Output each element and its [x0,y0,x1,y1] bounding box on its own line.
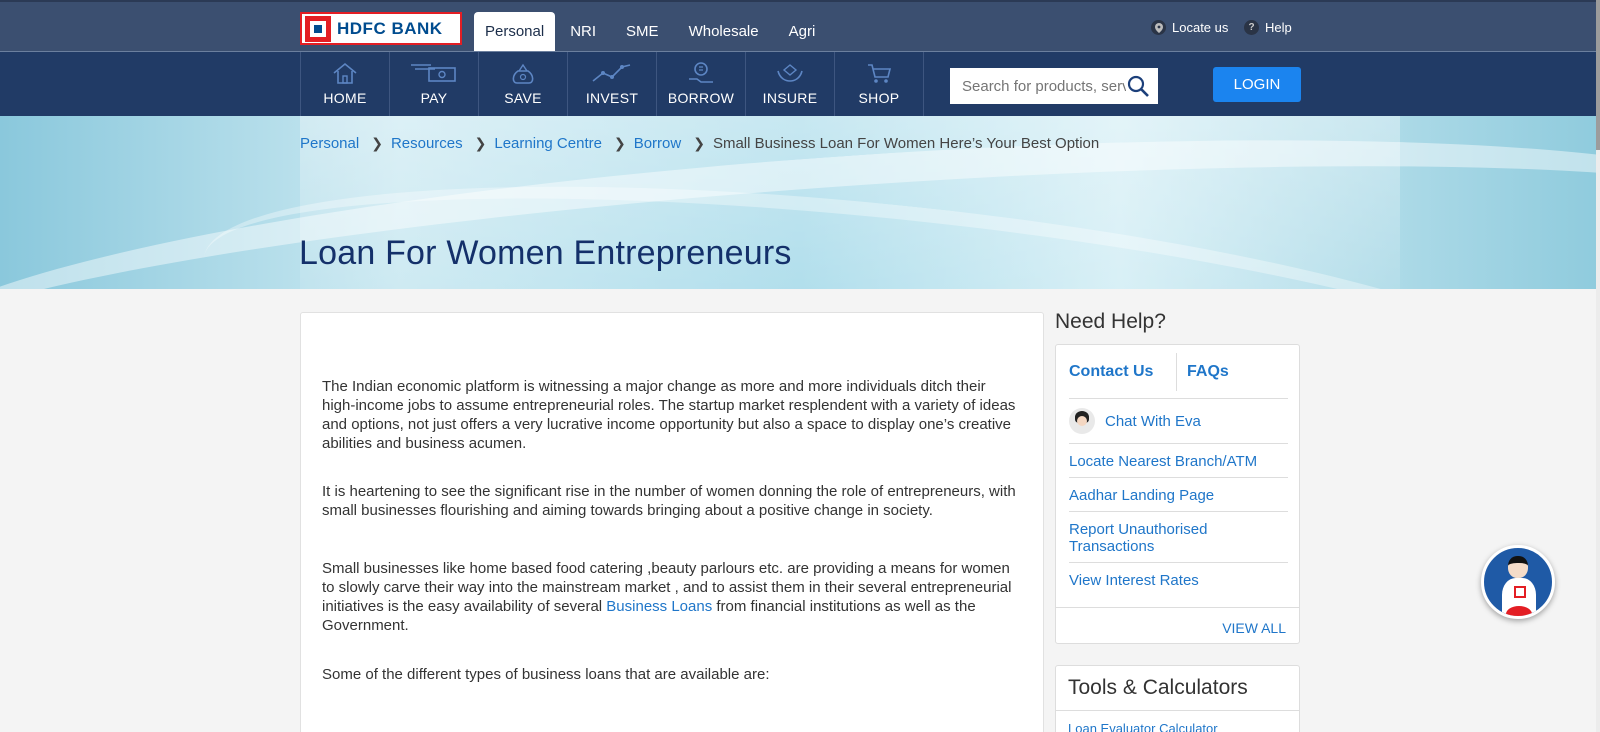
aadhar-landing-link[interactable]: Aadhar Landing Page [1069,478,1288,512]
help-question-icon: ? [1244,20,1259,35]
locate-us-link[interactable]: Locate us [1151,20,1228,35]
login-button[interactable]: LOGIN [1213,67,1301,102]
chat-with-eva-label: Chat With Eva [1105,412,1201,430]
breadcrumb: Personal ❯ Resources ❯ Learning Centre ❯… [300,135,1099,152]
nav-invest-label: INVEST [585,90,639,106]
breadcrumb-borrow[interactable]: Borrow [634,135,682,152]
hdfc-logo[interactable]: HDFC BANK [300,12,462,45]
nav-items: HOME PAY SAVE INVEST BORROW INSURE SHOP [300,52,924,116]
tools-calculators-panel: Tools & Calculators Loan Evaluator Calcu… [1055,665,1300,732]
tab-personal[interactable]: Personal [474,12,556,51]
tools-calculators-heading: Tools & Calculators [1068,676,1248,699]
article-paragraph: Some of the different types of business … [322,666,770,683]
help-link[interactable]: ? Help [1244,20,1292,35]
view-all-link[interactable]: VIEW ALL [1222,620,1286,636]
breadcrumb-resources[interactable]: Resources [391,135,463,152]
nav-borrow[interactable]: BORROW [657,52,746,116]
article-paragraph: The Indian economic platform is witnessi… [322,378,1016,452]
eva-skirt [1506,606,1532,616]
nav-home-label: HOME [323,90,367,106]
chat-with-eva-link[interactable]: Chat With Eva [1069,400,1288,444]
hdfc-logo-mark-icon [305,15,331,42]
article-paragraph: It is heartening to see the significant … [322,483,1016,519]
page-banner: Personal ❯ Resources ❯ Learning Centre ❯… [0,116,1600,289]
page-title: Loan For Women Entrepreneurs [299,234,792,272]
nav-borrow-label: BORROW [667,90,735,106]
search-box [950,68,1158,104]
location-pin-icon [1151,20,1166,35]
eva-badge-icon [1514,586,1526,598]
need-help-heading: Need Help? [1055,310,1166,333]
view-interest-rates-link[interactable]: View Interest Rates [1069,563,1288,596]
tab-nri[interactable]: NRI [555,12,611,51]
insure-icon [777,64,803,82]
help-links: Chat With Eva Locate Nearest Branch/ATM … [1069,400,1288,596]
article-content: The Indian economic platform is witnessi… [300,312,1044,732]
help-tabs: Contact Us FAQs [1069,353,1288,399]
locate-us-label: Locate us [1172,20,1229,35]
search-input[interactable] [950,69,1126,103]
logo-text: HDFC BANK [337,18,443,38]
search-icon[interactable] [1126,74,1150,98]
tab-faqs[interactable]: FAQs [1177,353,1229,398]
nav-save-label: SAVE [504,90,542,106]
eva-face [1508,556,1528,578]
nav-shop-label: SHOP [858,90,900,106]
nav-pay[interactable]: PAY [390,52,479,116]
article-paragraph: Small businesses like home based food ca… [322,559,1023,635]
save-icon [512,63,534,84]
nav-home[interactable]: HOME [301,52,390,116]
help-label: Help [1265,20,1292,35]
shop-icon [868,64,892,83]
main-navbar: HOME PAY SAVE INVEST BORROW INSURE SHOP [0,52,1600,116]
segment-tabs: Personal NRI SME Wholesale Agri [474,12,830,51]
need-help-panel: Contact Us FAQs Chat With Eva Locate Nea… [1055,344,1300,644]
breadcrumb-personal[interactable]: Personal [300,135,359,152]
pay-icon [411,64,456,82]
view-all-row: VIEW ALL [1056,607,1299,643]
loan-evaluator-link[interactable]: Loan Evaluator Calculator [1068,721,1218,732]
nav-insure-label: INSURE [762,90,818,106]
chevron-right-icon: ❯ [371,135,383,151]
tools-divider [1056,710,1299,711]
business-loans-link[interactable]: Business Loans [606,598,712,615]
nav-invest[interactable]: INVEST [568,52,657,116]
nav-pay-label: PAY [420,90,448,106]
chevron-right-icon: ❯ [693,135,705,151]
tab-sme[interactable]: SME [611,12,674,51]
breadcrumb-current-page: Small Business Loan For Women Here’s You… [712,135,1100,152]
home-icon [333,62,357,84]
chevron-right-icon: ❯ [613,135,626,151]
chevron-right-icon: ❯ [474,135,487,151]
eva-avatar-icon [1069,408,1095,434]
borrow-icon [689,62,713,83]
nav-shop[interactable]: SHOP [835,52,924,116]
eva-chatbot-button[interactable] [1481,545,1555,619]
tab-wholesale[interactable]: Wholesale [674,12,774,51]
report-transactions-link[interactable]: Report Unauthorised Transactions [1069,512,1288,563]
tab-agri[interactable]: Agri [774,12,831,51]
nav-save[interactable]: SAVE [479,52,568,116]
invest-icon [592,64,631,82]
page-scrollbar-thumb[interactable] [1596,0,1600,150]
nav-insure[interactable]: INSURE [746,52,835,116]
tab-contact-us[interactable]: Contact Us [1069,353,1177,391]
breadcrumb-learning-centre[interactable]: Learning Centre [494,135,602,152]
locate-branch-link[interactable]: Locate Nearest Branch/ATM [1069,444,1288,478]
